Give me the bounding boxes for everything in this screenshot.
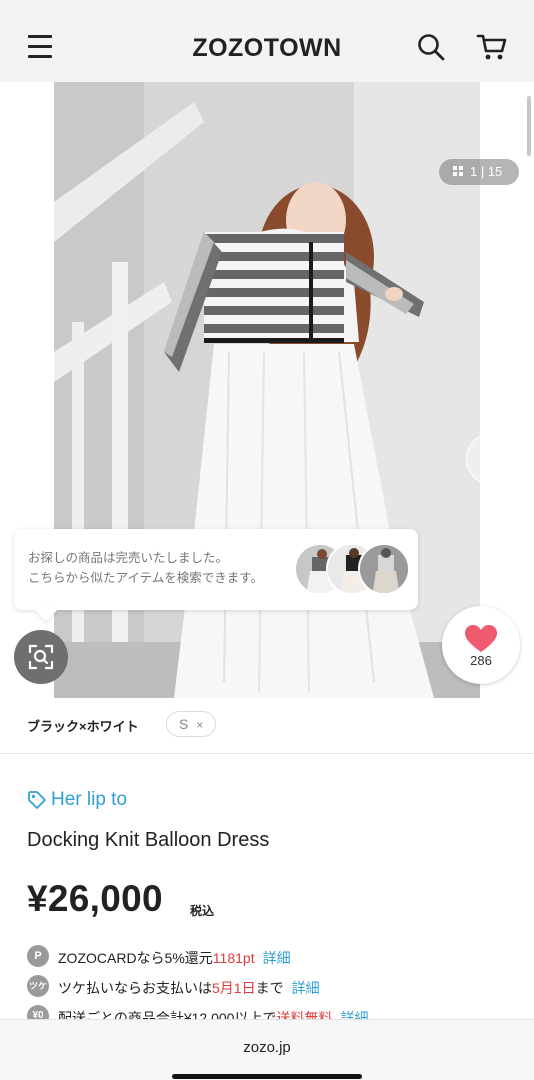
product-name: Docking Knit Balloon Dress: [27, 829, 270, 851]
points-badge-icon: P: [27, 945, 49, 967]
size-chip[interactable]: S ×: [166, 711, 216, 737]
home-indicator[interactable]: [172, 1074, 362, 1079]
similar-message-line1: お探しの商品は完売いたしました。: [28, 551, 229, 565]
image-counter: 1 | 15: [439, 159, 519, 185]
benefit-highlight: 1181pt: [212, 950, 255, 966]
brand-name: Her lip to: [51, 789, 128, 810]
chevron-right-icon: [487, 448, 500, 470]
url-text[interactable]: zozo.jp: [0, 1039, 534, 1056]
size-label: S: [179, 716, 189, 732]
search-icon[interactable]: [417, 33, 445, 61]
similar-thumbnails[interactable]: [294, 543, 410, 597]
app-header: ZOZOTOWN: [0, 0, 534, 82]
favorite-button[interactable]: 286: [442, 606, 520, 684]
logo-link[interactable]: [190, 32, 344, 62]
benefit-text: ツケ払いならお支払いは: [58, 980, 212, 996]
variant-color-label[interactable]: ブラック×ホワイト: [27, 716, 139, 735]
product-image-gallery[interactable]: 1 | 15 お探しの商品は完売いたしました。 こちらから似たアイテムを検索でき…: [0, 82, 534, 698]
benefit-detail-link[interactable]: 詳細: [292, 980, 320, 996]
scrollbar[interactable]: [527, 96, 531, 156]
browser-address-bar[interactable]: zozo.jp: [0, 1019, 534, 1080]
image-search-icon: [28, 644, 54, 670]
image-counter-text: 1 | 15: [470, 164, 503, 179]
similar-items-message: お探しの商品は完売いたしました。 こちらから似たアイテムを検索できます。: [28, 548, 263, 588]
favorite-count: 286: [470, 653, 492, 668]
sold-out-mark: ×: [196, 718, 204, 732]
similar-message-line2: こちらから似たアイテムを検索できます。: [28, 571, 264, 585]
benefit-detail-link[interactable]: 詳細: [263, 950, 291, 966]
hamburger-menu-icon[interactable]: [28, 35, 54, 59]
similar-items-banner[interactable]: お探しの商品は完売いたしました。 こちらから似たアイテムを検索できます。: [14, 529, 418, 622]
next-image-button[interactable]: [466, 433, 518, 485]
similar-thumbnail[interactable]: [358, 543, 410, 595]
benefit-text: ZOZOCARDなら5%還元: [58, 950, 213, 966]
tax-label: 税込: [190, 904, 215, 918]
variant-selector: ブラック×ホワイト S ×: [0, 698, 534, 754]
product-price: ¥26,000: [27, 878, 163, 919]
tag-icon: [28, 791, 46, 809]
grid-icon: [453, 166, 464, 177]
image-search-button[interactable]: [14, 630, 68, 684]
benefit-highlight: 5月1日: [212, 980, 256, 996]
deferred-payment-badge-icon: ツケ: [27, 975, 49, 997]
benefit-text-suffix: まで: [255, 980, 284, 996]
cart-icon[interactable]: [476, 32, 508, 62]
